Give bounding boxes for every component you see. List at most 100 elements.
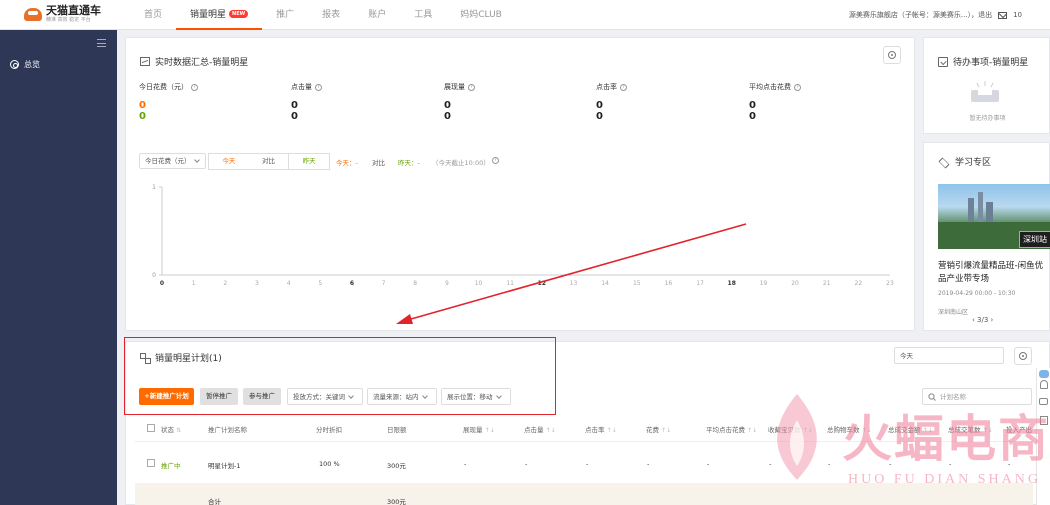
row-daily-limit[interactable]: 300元: [387, 460, 406, 470]
col-carts[interactable]: 总购物车数 ↑↓: [827, 424, 872, 434]
x-tick-label: 6: [350, 280, 354, 287]
metric-impressions[interactable]: 展现量? 0 0: [444, 82, 475, 123]
learn-title: 学习专区: [938, 155, 991, 168]
nav-promotion[interactable]: 推广: [262, 0, 308, 30]
col-cpc[interactable]: 平均点击花费 ↑↓: [706, 424, 757, 434]
row-discount[interactable]: 100 %: [319, 460, 340, 468]
top-bar: 天猫直通车 精准 高效 稳定 平台 首页 销量明星 NEW 推广 报表 账户 工具…: [0, 0, 1050, 30]
metric-yesterday-value: 0: [596, 111, 603, 122]
account-area: 源美赛乐旗舰店（子帐号：源美赛乐...），退出 10: [849, 10, 1022, 20]
help-icon[interactable]: ?: [794, 83, 801, 91]
row-impressions: -: [464, 460, 467, 468]
sidebar-item-overview[interactable]: 总览: [10, 59, 40, 70]
help-icon[interactable]: ?: [315, 83, 322, 91]
main-nav: 首页 销量明星 NEW 推广 报表 账户 工具 妈妈CLUB: [130, 0, 516, 30]
x-tick-label: 0: [160, 280, 164, 287]
chart-icon: [140, 57, 150, 66]
help-icon[interactable]: ?: [468, 83, 475, 91]
col-favorites[interactable]: 收藏宝贝数 ↑↓: [768, 424, 813, 434]
total-label: 合计: [208, 498, 221, 505]
select-all-checkbox[interactable]: [147, 424, 155, 432]
next-chevron-icon[interactable]: ›: [988, 316, 994, 324]
col-daily-limit: 日限额: [387, 426, 407, 434]
new-badge: NEW: [229, 10, 249, 18]
row-gmv: -: [889, 460, 892, 468]
mail-icon[interactable]: [998, 11, 1008, 19]
seg-compare[interactable]: 对比: [249, 154, 289, 169]
metric-cost[interactable]: 今日花费（元）? 0 0: [139, 82, 198, 123]
row-checkbox[interactable]: [147, 459, 155, 467]
legend-compare: 对比: [372, 159, 385, 167]
course-time: 2019-04-29 00:00 - 10:30: [938, 290, 1016, 297]
nav-sales-star[interactable]: 销量明星 NEW: [176, 0, 263, 30]
seg-today[interactable]: 今天: [209, 154, 249, 169]
chat-icon[interactable]: [1039, 370, 1049, 378]
help-icon[interactable]: ?: [191, 83, 198, 91]
nav-reports[interactable]: 报表: [308, 0, 354, 30]
col-status[interactable]: 状态 ⇅: [161, 424, 181, 434]
realtime-settings-button[interactable]: [883, 46, 901, 64]
row-plan-name[interactable]: 明星计划-1: [208, 460, 240, 470]
metric-clicks[interactable]: 点击量? 0 0: [291, 82, 322, 123]
x-tick-label: 19: [760, 280, 768, 287]
gear-icon: [1019, 352, 1027, 360]
plan-settings-button[interactable]: [1014, 347, 1032, 365]
nav-mama-club[interactable]: 妈妈CLUB: [446, 0, 516, 30]
x-tick-label: 7: [382, 280, 386, 287]
help-icon[interactable]: ?: [620, 83, 627, 91]
message-icon[interactable]: [1039, 398, 1048, 405]
date-select[interactable]: 今天: [894, 347, 1004, 364]
metric-today-value: 0: [444, 100, 451, 111]
row-orders: -: [949, 460, 952, 468]
course-image[interactable]: 深圳站: [938, 184, 1050, 249]
logo-subtitle: 精准 高效 稳定 平台: [46, 17, 91, 23]
nav-home[interactable]: 首页: [130, 0, 176, 30]
col-clicks[interactable]: 点击量 ↑↓: [524, 424, 556, 434]
account-info[interactable]: 源美赛乐旗舰店（子帐号：源美赛乐...），退出: [849, 10, 992, 20]
course-pager: ‹ 3/3 ›: [972, 316, 994, 324]
col-ctr[interactable]: 点击率 ↑↓: [585, 424, 617, 434]
total-row: [135, 483, 1033, 505]
help-icon[interactable]: ?: [492, 157, 499, 164]
col-orders[interactable]: 总成交笔数 ↑↓: [948, 424, 993, 434]
col-impressions[interactable]: 展现量 ↑↓: [463, 424, 495, 434]
col-roi[interactable]: 投入产出: [1006, 424, 1032, 434]
graduation-cap-icon: [938, 158, 950, 165]
book-icon[interactable]: [1040, 416, 1048, 425]
gear-icon: [888, 51, 896, 59]
x-tick-label: 22: [855, 280, 863, 287]
col-plan-name: 推广计划名称: [208, 426, 247, 434]
bell-icon[interactable]: [1040, 380, 1048, 389]
metric-yesterday-value: 0: [291, 111, 298, 122]
seg-yesterday[interactable]: 昨天: [288, 154, 329, 169]
highlight-box: [124, 337, 556, 415]
menu-collapse-icon[interactable]: [97, 39, 106, 47]
course-image-tag: 深圳站: [1019, 231, 1050, 248]
col-cost[interactable]: 花费 ↑↓: [646, 424, 671, 434]
row-status: 推广中: [161, 462, 181, 470]
sidebar-item-label: 总览: [24, 60, 40, 69]
metric-cpc[interactable]: 平均点击花费? 0 0: [749, 82, 801, 123]
row-cpc: -: [707, 460, 710, 468]
logo[interactable]: 天猫直通车 精准 高效 稳定 平台: [24, 5, 101, 23]
metric-today-value: 0: [139, 100, 146, 111]
sidebar: 总览: [0, 30, 117, 505]
nav-account[interactable]: 账户: [354, 0, 400, 30]
empty-tray-icon: [971, 81, 999, 102]
plan-search-input[interactable]: 计划名称: [922, 388, 1032, 405]
nav-tools[interactable]: 工具: [400, 0, 446, 30]
metric-today-value: 0: [596, 100, 603, 111]
metric-today-value: 0: [749, 100, 756, 111]
metric-ctr[interactable]: 点击率? 0 0: [596, 82, 627, 123]
logo-title: 天猫直通车: [46, 4, 101, 17]
todo-empty-text: 暂无待办事项: [969, 115, 1006, 122]
mail-count: 10: [1013, 11, 1022, 19]
y-tick-label: 0: [152, 272, 156, 279]
legend-today: 今天：-: [336, 159, 358, 167]
metric-select[interactable]: 今日花费（元）: [139, 153, 206, 169]
legend-yesterday: 昨天：-: [398, 159, 420, 167]
x-tick-label: 23: [886, 280, 894, 287]
course-title[interactable]: 营销引爆流量精品班-闲鱼优品产业带专场: [938, 260, 1048, 286]
realtime-title: 实时数据汇总-销量明星: [140, 55, 248, 68]
col-gmv[interactable]: 总成交金额 ↑↓: [888, 424, 933, 434]
